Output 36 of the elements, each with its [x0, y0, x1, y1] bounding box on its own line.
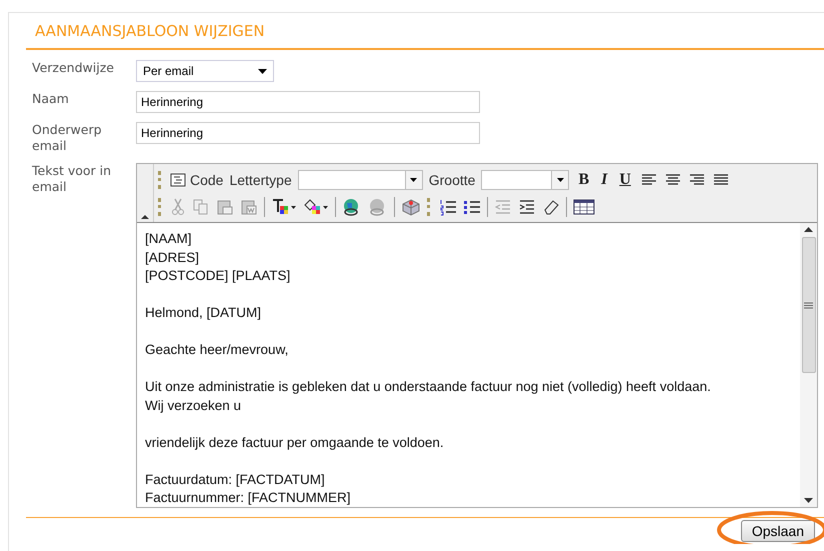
format-button[interactable]: U [616, 170, 634, 188]
format-button[interactable]: B [575, 170, 592, 188]
page-title: AANMAANSJABLOON WIJZIGEN [34, 21, 266, 42]
scroll-down-icon[interactable] [804, 498, 813, 503]
code-button[interactable]: Code [170, 172, 224, 188]
font-label: Lettertype [229, 172, 292, 188]
caret-icon [410, 178, 418, 182]
cube-icon[interactable] [401, 198, 421, 216]
field-label: Tekst voor in email [32, 163, 112, 195]
scrollbar[interactable] [800, 223, 817, 507]
dropdown[interactable]: Per email [136, 60, 274, 82]
scroll-up-icon[interactable] [804, 227, 813, 232]
code-icon [170, 172, 186, 186]
caret-icon [556, 178, 564, 182]
background-color-icon[interactable] [303, 198, 329, 216]
numbered-list-icon[interactable] [439, 198, 457, 216]
align-icon[interactable] [688, 172, 706, 186]
grip-icon[interactable] [804, 302, 813, 308]
field-label: Naam [32, 91, 70, 107]
align-icon[interactable] [640, 172, 658, 186]
field-label: Verzendwijze [32, 60, 115, 76]
table-icon[interactable] [573, 198, 595, 216]
size-label: Grootte [428, 172, 476, 188]
indent-icon[interactable] [518, 198, 536, 216]
input-field[interactable]: Herinnering [136, 122, 480, 144]
text-color-icon[interactable] [271, 198, 297, 216]
format-button[interactable]: I [598, 170, 610, 188]
caret-icon [258, 68, 267, 74]
field-label: Onderwerp email [32, 122, 103, 154]
email-body-text[interactable]: [NAAM] [ADRES] [POSTCODE] [PLAATS] Helmond, [DATUM] Geachte heer/mevrouw, Uit onze administratie is gebleken dat u onderstaande factuur nog niet (volledig) heeft voldaan. Wij verzoeken u vriendelijk deze factuur per omgaande te voldoen. Factuurdatum: [FACTDATUM] Factuurnummer: [FACTNUMMER] [137, 223, 800, 507]
collapse-icon[interactable] [141, 215, 149, 219]
save-button[interactable]: Opslaan [740, 520, 815, 542]
eraser-icon[interactable] [542, 198, 560, 216]
align-icon[interactable] [712, 172, 730, 186]
input-field[interactable]: Herinnering [136, 91, 480, 113]
align-icon[interactable] [664, 172, 682, 186]
